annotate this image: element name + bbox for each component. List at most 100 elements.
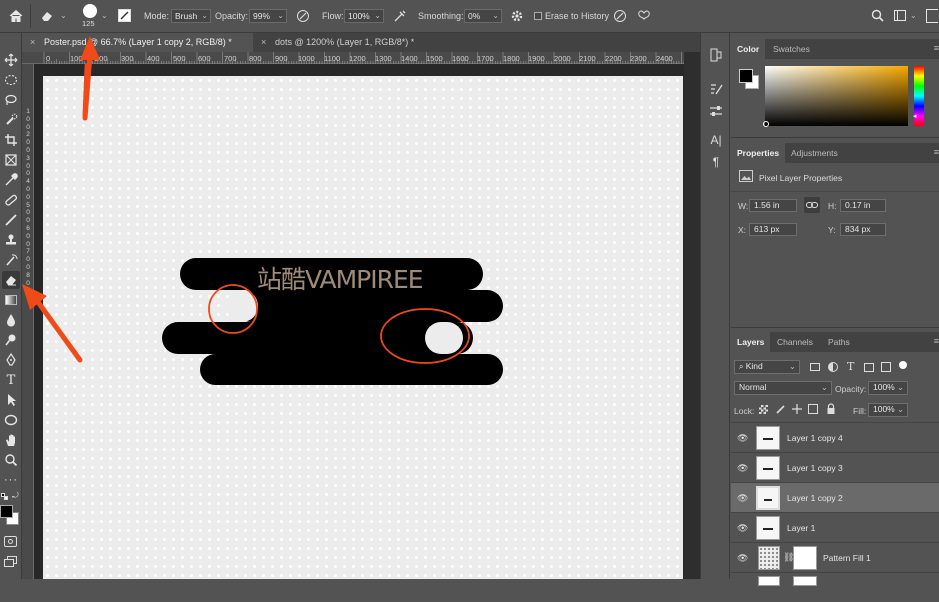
brush-settings-panel-icon[interactable]: [708, 81, 724, 97]
crop-tool-icon[interactable]: [2, 131, 20, 149]
pressure-opacity-icon[interactable]: [296, 9, 310, 23]
hand-tool-icon[interactable]: [2, 431, 20, 449]
tab-adjustments[interactable]: Adjustments: [785, 143, 844, 163]
opacity-field[interactable]: 99% ⌄: [249, 9, 287, 23]
more-tools-icon[interactable]: ···: [2, 471, 20, 489]
healing-brush-tool-icon[interactable]: [2, 191, 20, 209]
link-dimensions-icon[interactable]: [804, 197, 820, 213]
history-panel-icon[interactable]: [708, 47, 724, 63]
quick-mask-icon[interactable]: [4, 536, 17, 547]
home-icon[interactable]: [8, 8, 24, 24]
pressure-size-icon[interactable]: [613, 9, 627, 23]
frame-tool-icon[interactable]: [2, 151, 20, 169]
layer-row-selected[interactable]: 👁 Layer 1 copy 2: [731, 482, 939, 512]
lock-transparent-icon[interactable]: [759, 405, 768, 414]
eraser-tool-preset-icon[interactable]: [40, 9, 54, 23]
screen-mode-icon[interactable]: [4, 556, 17, 567]
move-tool-icon[interactable]: [2, 51, 20, 69]
path-selection-tool-icon[interactable]: [2, 391, 20, 409]
erase-to-history-checkbox[interactable]: [534, 12, 542, 20]
layer-row[interactable]: [731, 572, 939, 602]
eye-icon[interactable]: 👁: [737, 493, 748, 504]
color-foreground-swatch[interactable]: [739, 69, 753, 83]
lock-image-brush-icon[interactable]: [775, 403, 787, 415]
fill-field[interactable]: 100% ⌄: [868, 403, 908, 417]
layer-filter-kind-select[interactable]: ⌕ Kind ⌄: [734, 360, 800, 374]
eye-icon[interactable]: 👁: [737, 553, 748, 564]
layer-row[interactable]: 👁 ⛓ Pattern Fill 1: [731, 542, 939, 572]
share-icon[interactable]: [926, 9, 938, 23]
layer-opacity-field[interactable]: 100% ⌄: [868, 381, 908, 395]
lock-position-move-icon[interactable]: [791, 403, 803, 415]
filter-toggle-icon[interactable]: [899, 361, 907, 369]
eye-icon[interactable]: 👁: [737, 433, 748, 444]
tab-layers[interactable]: Layers: [731, 332, 771, 352]
airbrush-icon[interactable]: [393, 9, 407, 23]
adjust-sliders-panel-icon[interactable]: [708, 103, 724, 119]
tab-swatches[interactable]: Swatches: [767, 39, 816, 59]
mode-select[interactable]: Brush ⌄: [171, 9, 211, 23]
tab-channels[interactable]: Channels: [771, 332, 819, 352]
brush-tool-icon[interactable]: [2, 211, 20, 229]
default-colors-icon[interactable]: [1, 493, 8, 500]
brush-preview-icon[interactable]: [83, 4, 97, 18]
blend-mode-select[interactable]: Normal ⌄: [734, 381, 832, 395]
vertical-scrollbar[interactable]: [684, 52, 700, 579]
lasso-tool-icon[interactable]: [2, 91, 20, 109]
chevron-down-icon[interactable]: ⌄: [910, 11, 917, 20]
x-field[interactable]: 613 px: [749, 223, 797, 236]
foreground-color-swatch[interactable]: [0, 505, 13, 518]
search-icon[interactable]: [871, 9, 884, 22]
gradient-tool-icon[interactable]: [2, 291, 20, 309]
eye-icon[interactable]: 👁: [737, 463, 748, 474]
tab-paths[interactable]: Paths: [822, 332, 856, 352]
marquee-tool-icon[interactable]: [2, 71, 20, 89]
color-picker-field[interactable]: [765, 66, 908, 126]
smoothing-gear-icon[interactable]: [510, 9, 524, 23]
tab-poster[interactable]: × Poster.psd @ 66.7% (Layer 1 copy 2, RG…: [22, 33, 253, 52]
panel-menu-icon[interactable]: ≡: [934, 147, 939, 157]
y-field[interactable]: 834 px: [840, 223, 886, 236]
clone-stamp-tool-icon[interactable]: [2, 231, 20, 249]
paragraph-panel-icon[interactable]: ¶: [708, 155, 724, 171]
filter-shape-icon[interactable]: [864, 363, 874, 372]
type-tool-icon[interactable]: T: [2, 371, 20, 389]
ellipse-tool-icon[interactable]: [2, 411, 20, 429]
workspace-icon[interactable]: [894, 10, 906, 21]
hue-slider-handle[interactable]: ◂: [913, 112, 917, 120]
filter-adjustment-icon[interactable]: [828, 362, 838, 372]
eye-icon[interactable]: 👁: [737, 523, 748, 534]
panel-menu-icon[interactable]: ≡: [934, 336, 939, 346]
chevron-down-icon[interactable]: ⌄: [101, 11, 108, 20]
filter-smart-object-icon[interactable]: [881, 362, 891, 372]
blur-tool-icon[interactable]: [2, 311, 20, 329]
brush-settings-icon[interactable]: [118, 9, 131, 22]
smoothing-field[interactable]: 0% ⌄: [464, 9, 502, 23]
filter-pixel-icon[interactable]: [810, 363, 820, 371]
lock-artboard-icon[interactable]: [808, 404, 818, 414]
chevron-down-icon[interactable]: ⌄: [60, 11, 67, 20]
tab-color[interactable]: Color: [731, 39, 766, 59]
layer-row[interactable]: 👁 Layer 1: [731, 512, 939, 542]
filter-type-icon[interactable]: T: [847, 360, 854, 373]
zoom-tool-icon[interactable]: [2, 451, 20, 469]
eyedropper-tool-icon[interactable]: [2, 171, 20, 189]
tab-properties[interactable]: Properties: [731, 143, 786, 163]
history-brush-tool-icon[interactable]: [2, 251, 20, 269]
quick-selection-tool-icon[interactable]: [2, 111, 20, 129]
flow-field[interactable]: 100% ⌄: [344, 9, 384, 23]
lock-all-icon[interactable]: [826, 403, 836, 415]
layer-row[interactable]: 👁 Layer 1 copy 3: [731, 452, 939, 482]
swap-colors-icon[interactable]: ⤾: [12, 491, 19, 501]
width-field[interactable]: 1.56 in: [749, 199, 797, 212]
close-icon[interactable]: ×: [30, 33, 35, 52]
symmetry-butterfly-icon[interactable]: [637, 9, 651, 23]
character-panel-icon[interactable]: A|: [708, 133, 724, 149]
eraser-tool-icon[interactable]: [2, 271, 20, 289]
close-icon[interactable]: ×: [261, 33, 266, 52]
height-field[interactable]: 0.17 in: [840, 199, 886, 212]
dodge-tool-icon[interactable]: [2, 331, 20, 349]
panel-menu-icon[interactable]: ≡: [934, 43, 939, 53]
canvas-area[interactable]: 站酷VAMPIREE: [34, 64, 700, 579]
pen-tool-icon[interactable]: [2, 351, 20, 369]
